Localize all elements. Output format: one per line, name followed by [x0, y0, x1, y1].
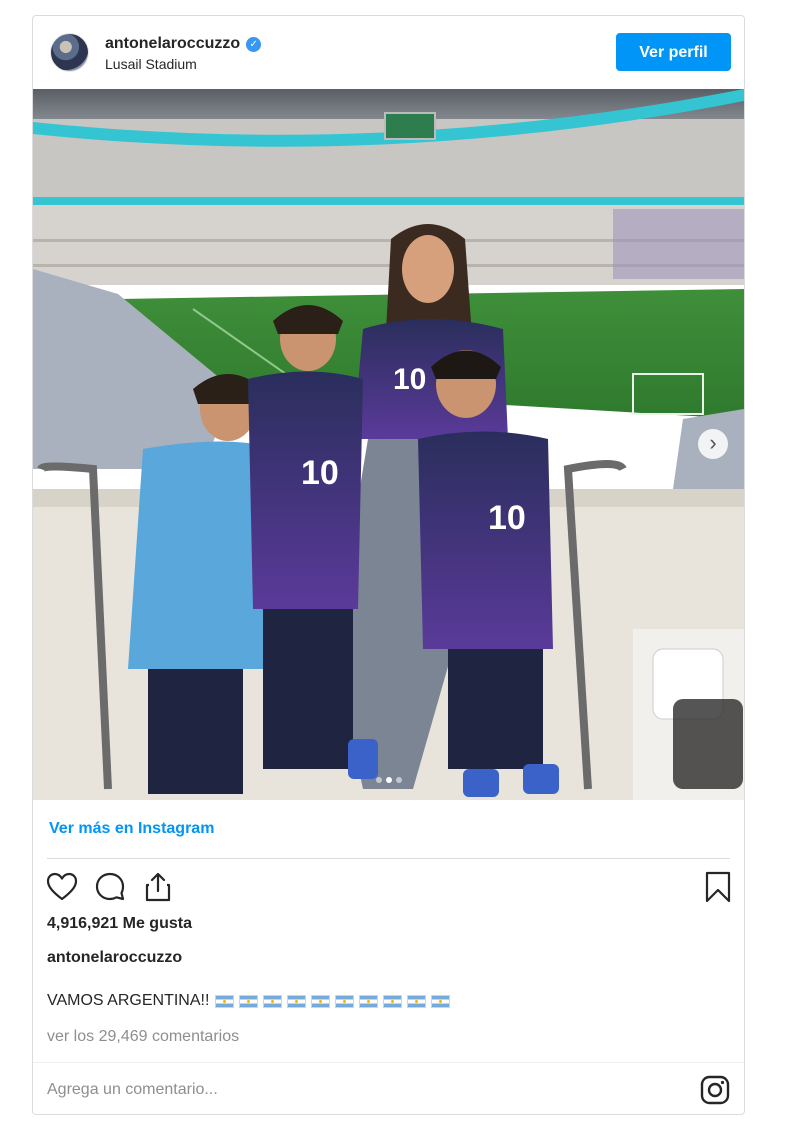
- argentina-flag-icon: [239, 994, 259, 1008]
- username-link[interactable]: antonelaroccuzzo ✓: [105, 35, 262, 53]
- caption-text: VAMOS ARGENTINA!!: [47, 992, 455, 1010]
- argentina-flag-icon: [383, 994, 403, 1008]
- argentina-flag-emojis: [215, 994, 455, 1008]
- comment-icon[interactable]: [93, 870, 127, 904]
- instagram-logo-icon[interactable]: [700, 1075, 730, 1105]
- carousel-dots: [33, 770, 744, 788]
- carousel-dot: [395, 777, 402, 783]
- argentina-flag-icon: [287, 994, 307, 1008]
- username-text: antonelaroccuzzo: [105, 35, 241, 52]
- carousel-dot: [375, 777, 382, 783]
- chevron-right-icon[interactable]: ›: [698, 429, 728, 459]
- argentina-flag-icon: [359, 994, 379, 1008]
- stadium-family-photo: 10 10 10: [33, 89, 744, 800]
- instagram-embed-card: antonelaroccuzzo ✓ Lusail Stadium Ver per…: [32, 15, 745, 1115]
- post-photo[interactable]: 10 10 10 ›: [33, 89, 744, 800]
- jersey-number: 10: [488, 499, 526, 537]
- verified-badge-icon: ✓: [246, 37, 262, 52]
- like-count: 4,916,921 Me gusta: [47, 915, 192, 932]
- location-link[interactable]: Lusail Stadium: [105, 56, 197, 72]
- avatar[interactable]: [50, 33, 89, 72]
- share-icon[interactable]: [141, 870, 175, 904]
- post-header: antonelaroccuzzo ✓ Lusail Stadium Ver per…: [33, 16, 744, 89]
- jersey-number: 10: [301, 454, 339, 492]
- caption-body: VAMOS ARGENTINA!!: [47, 992, 210, 1009]
- argentina-flag-icon: [311, 994, 331, 1008]
- comment-input[interactable]: [47, 1073, 667, 1107]
- jersey-number: 10: [393, 363, 426, 396]
- view-comments-link[interactable]: ver los 29,469 comentarios: [47, 1028, 239, 1046]
- argentina-flag-icon: [407, 994, 427, 1008]
- argentina-flag-icon: [263, 994, 283, 1008]
- view-more-link[interactable]: Ver más en Instagram: [49, 820, 214, 838]
- heart-icon[interactable]: [45, 870, 79, 904]
- divider: [47, 858, 730, 859]
- carousel-dot: [385, 777, 392, 783]
- argentina-flag-icon: [431, 994, 451, 1008]
- argentina-flag-icon: [335, 994, 355, 1008]
- caption-owner[interactable]: antonelaroccuzzo: [47, 949, 182, 967]
- argentina-flag-icon: [215, 994, 235, 1008]
- view-profile-button[interactable]: Ver perfil: [616, 33, 731, 71]
- divider: [33, 1062, 744, 1063]
- action-bar: [33, 870, 744, 910]
- bookmark-icon[interactable]: [701, 870, 735, 904]
